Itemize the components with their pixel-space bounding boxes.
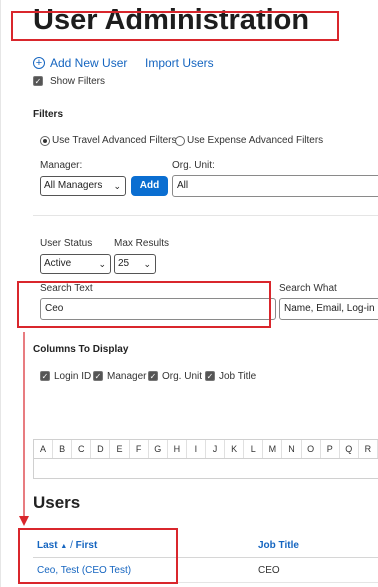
expense-filters-label: Use Expense Advanced Filters [187,135,324,146]
search-what-label: Search What [279,283,337,294]
manager-select-value: All Managers [44,180,103,191]
divider [33,215,378,216]
org-unit-column-label: Org. Unit [162,371,203,382]
filters-title: Filters [33,109,64,120]
alphabet-filter-footer [34,458,378,479]
alphabet-letter[interactable]: E [110,440,130,458]
max-results-label: Max Results [114,238,170,249]
alphabet-filter: ABCDEFGHIJKLMNOPQR [33,439,378,479]
expense-filters-radio[interactable] [175,136,185,149]
org-unit-label: Org. Unit: [172,160,215,171]
alphabet-letter[interactable]: L [244,440,264,458]
show-filters-label: Show Filters [50,76,106,87]
show-filters-checkbox[interactable]: ✓ [33,76,43,87]
column-header-job-title[interactable]: Job Title [258,540,299,551]
alphabet-letter[interactable]: D [91,440,111,458]
travel-filters-radio[interactable] [40,136,50,149]
manager-select[interactable]: All Managers ⌄ [40,176,126,196]
manager-checkbox[interactable]: ✓ [93,371,103,382]
job-title-column-label: Job Title [219,371,257,382]
travel-filters-label: Use Travel Advanced Filters [52,135,177,146]
import-users-link[interactable]: Import Users [145,56,214,70]
login-id-label: Login ID [54,371,92,382]
alphabet-letter[interactable]: B [53,440,73,458]
chevron-down-icon: ⌄ [98,259,106,269]
highlight-arrow [19,332,29,526]
highlight-title [11,11,339,41]
add-new-user-link[interactable]: Add New User [50,56,127,70]
org-unit-input[interactable]: All [172,175,378,197]
search-what-select[interactable]: Name, Email, Log-in [279,298,378,320]
chevron-down-icon: ⌄ [113,181,121,191]
alphabet-letter[interactable]: A [34,440,54,458]
alphabet-row: ABCDEFGHIJKLMNOPQR [34,440,378,458]
alphabet-letter[interactable]: N [282,440,302,458]
alphabet-letter[interactable]: I [187,440,206,458]
chevron-down-icon: ⌄ [143,259,151,269]
add-manager-button[interactable]: Add [131,176,168,196]
user-status-label: User Status [40,238,93,249]
alphabet-letter[interactable]: H [168,440,187,458]
alphabet-letter[interactable]: F [130,440,149,458]
add-icon[interactable]: + [33,57,45,69]
org-unit-checkbox[interactable]: ✓ [148,371,158,382]
highlight-search-text [17,281,271,328]
user-status-value: Active [44,258,72,269]
columns-display-title: Columns To Display [33,344,129,355]
job-title-checkbox[interactable]: ✓ [205,371,215,382]
alphabet-letter[interactable]: G [149,440,168,458]
alphabet-letter[interactable]: J [206,440,226,458]
login-id-checkbox[interactable]: ✓ [40,371,50,382]
alphabet-letter[interactable]: R [359,440,378,458]
max-results-value: 25 [118,258,130,269]
highlight-users-table [18,528,178,584]
alphabet-letter[interactable]: M [263,440,283,458]
alphabet-letter[interactable]: K [225,440,245,458]
max-results-select[interactable]: 25 ⌄ [114,254,156,274]
alphabet-letter[interactable]: Q [340,440,359,458]
alphabet-letter[interactable]: O [302,440,321,458]
user-row-job-title: CEO [258,565,280,576]
users-title: Users [33,493,81,512]
manager-label: Manager: [40,160,83,171]
alphabet-letter[interactable]: C [72,440,92,458]
alphabet-letter[interactable]: P [321,440,340,458]
manager-column-label: Manager [107,371,147,382]
user-status-select[interactable]: Active ⌄ [40,254,111,274]
left-border [0,0,1,587]
